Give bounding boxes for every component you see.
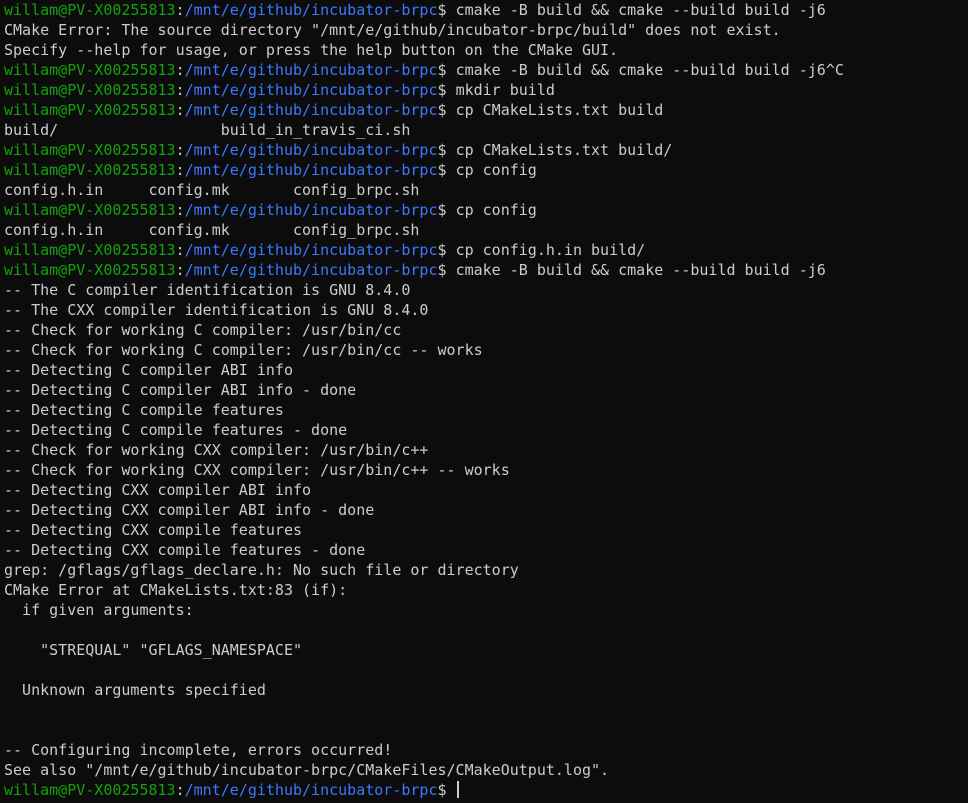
prompt-line: willam@PV-X00255813:/mnt/e/github/incuba…: [0, 140, 968, 160]
prompt-symbol: $: [437, 781, 456, 799]
prompt-separator: :: [175, 161, 185, 179]
prompt-path: /mnt/e/github/incubator-brpc: [184, 261, 438, 279]
prompt-line: willam@PV-X00255813:/mnt/e/github/incuba…: [0, 240, 968, 260]
prompt-path: /mnt/e/github/incubator-brpc: [184, 101, 438, 119]
command-text: cp CMakeLists.txt build/: [455, 141, 673, 159]
output-line: -- The C compiler identification is GNU …: [4, 281, 411, 299]
command-text: cmake -B build && cmake --build build -j…: [455, 261, 826, 279]
prompt-user-host: willam@PV-X00255813: [4, 81, 176, 99]
prompt-symbol: $: [437, 101, 456, 119]
prompt-user-host: willam@PV-X00255813: [4, 201, 176, 219]
prompt-user-host: willam@PV-X00255813: [4, 161, 176, 179]
prompt-path: /mnt/e/github/incubator-brpc: [184, 61, 438, 79]
prompt-line: willam@PV-X00255813:/mnt/e/github/incuba…: [0, 100, 968, 120]
prompt-path: /mnt/e/github/incubator-brpc: [184, 201, 438, 219]
prompt-symbol: $: [437, 161, 456, 179]
prompt-separator: :: [175, 201, 185, 219]
prompt-user-host: willam@PV-X00255813: [4, 1, 176, 19]
output-line: -- Detecting CXX compile features: [4, 521, 303, 539]
prompt-line: willam@PV-X00255813:/mnt/e/github/incuba…: [0, 160, 968, 180]
command-text: cp config.h.in build/: [455, 241, 646, 259]
command-text: cp CMakeLists.txt build: [455, 101, 664, 119]
output-line: -- Check for working CXX compiler: /usr/…: [4, 441, 429, 459]
prompt-user-host: willam@PV-X00255813: [4, 141, 176, 159]
command-text: cmake -B build && cmake --build build -j…: [455, 1, 826, 19]
output-line: config.h.in config.mk config_brpc.sh: [4, 221, 420, 239]
prompt-line: willam@PV-X00255813:/mnt/e/github/incuba…: [0, 780, 968, 800]
prompt-user-host: willam@PV-X00255813: [4, 241, 176, 259]
output-line: See also "/mnt/e/github/incubator-brpc/C…: [4, 761, 610, 779]
output-line: -- Configuring incomplete, errors occurr…: [4, 741, 393, 759]
prompt-path: /mnt/e/github/incubator-brpc: [184, 1, 438, 19]
command-text: cp config: [455, 201, 537, 219]
output-line: "STREQUAL" "GFLAGS_NAMESPACE": [4, 641, 303, 659]
output-line: grep: /gflags/gflags_declare.h: No such …: [4, 561, 519, 579]
output-line: -- Detecting C compile features: [4, 401, 284, 419]
prompt-separator: :: [175, 141, 185, 159]
output-line: if given arguments:: [4, 601, 194, 619]
prompt-symbol: $: [437, 201, 456, 219]
prompt-line: willam@PV-X00255813:/mnt/e/github/incuba…: [0, 80, 968, 100]
output-line: -- The CXX compiler identification is GN…: [4, 301, 429, 319]
command-text: cmake -B build && cmake --build build -j…: [455, 61, 844, 79]
prompt-separator: :: [175, 101, 185, 119]
output-line: CMake Error at CMakeLists.txt:83 (if):: [4, 581, 348, 599]
prompt-symbol: $: [437, 61, 456, 79]
output-line: -- Check for working C compiler: /usr/bi…: [4, 321, 402, 339]
prompt-user-host: willam@PV-X00255813: [4, 61, 176, 79]
prompt-line: willam@PV-X00255813:/mnt/e/github/incuba…: [0, 200, 968, 220]
prompt-symbol: $: [437, 141, 456, 159]
prompt-separator: :: [175, 81, 185, 99]
output-line: build/ build_in_travis_ci.sh: [4, 121, 411, 139]
output-line: -- Check for working C compiler: /usr/bi…: [4, 341, 483, 359]
prompt-path: /mnt/e/github/incubator-brpc: [184, 81, 438, 99]
prompt-separator: :: [175, 241, 185, 259]
output-line: -- Detecting C compiler ABI info - done: [4, 381, 357, 399]
command-text: mkdir build: [455, 81, 555, 99]
output-line: -- Detecting CXX compile features - done: [4, 541, 366, 559]
output-line: -- Detecting C compiler ABI info: [4, 361, 293, 379]
output-line: config.h.in config.mk config_brpc.sh: [4, 181, 420, 199]
prompt-user-host: willam@PV-X00255813: [4, 261, 176, 279]
output-line: -- Detecting CXX compiler ABI info - don…: [4, 501, 375, 519]
output-line: -- Check for working CXX compiler: /usr/…: [4, 461, 510, 479]
prompt-symbol: $: [437, 1, 456, 19]
prompt-path: /mnt/e/github/incubator-brpc: [184, 161, 438, 179]
output-line: Specify --help for usage, or press the h…: [4, 41, 619, 59]
prompt-separator: :: [175, 1, 185, 19]
prompt-line: willam@PV-X00255813:/mnt/e/github/incuba…: [0, 0, 968, 20]
prompt-symbol: $: [437, 81, 456, 99]
terminal-window[interactable]: willam@PV-X00255813:/mnt/e/github/incuba…: [0, 0, 968, 803]
command-text: cp config: [455, 161, 537, 179]
prompt-separator: :: [175, 781, 185, 799]
prompt-path: /mnt/e/github/incubator-brpc: [184, 241, 438, 259]
prompt-line: willam@PV-X00255813:/mnt/e/github/incuba…: [0, 260, 968, 280]
prompt-line: willam@PV-X00255813:/mnt/e/github/incuba…: [0, 60, 968, 80]
prompt-symbol: $: [437, 241, 456, 259]
prompt-path: /mnt/e/github/incubator-brpc: [184, 781, 438, 799]
output-line: CMake Error: The source directory "/mnt/…: [4, 21, 781, 39]
output-line: -- Detecting C compile features - done: [4, 421, 348, 439]
output-line: Unknown arguments specified: [4, 681, 266, 699]
text-cursor[interactable]: [456, 781, 459, 798]
output-line: -- Detecting CXX compiler ABI info: [4, 481, 312, 499]
prompt-user-host: willam@PV-X00255813: [4, 101, 176, 119]
prompt-symbol: $: [437, 261, 456, 279]
prompt-separator: :: [175, 261, 185, 279]
prompt-user-host: willam@PV-X00255813: [4, 781, 176, 799]
prompt-separator: :: [175, 61, 185, 79]
prompt-path: /mnt/e/github/incubator-brpc: [184, 141, 438, 159]
